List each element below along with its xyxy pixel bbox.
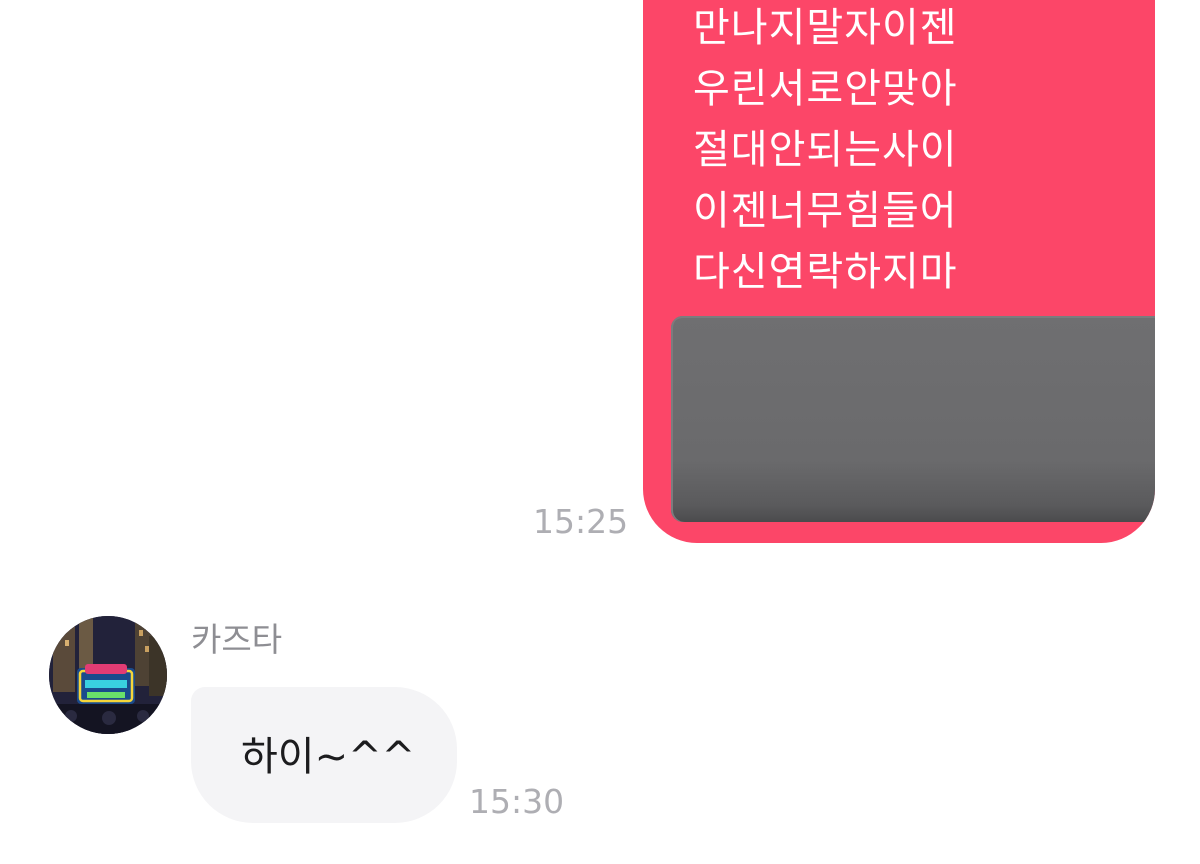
sent-message-line: 이젠너무힘들어 [693,188,958,234]
sent-message-line: 만나지말자이젠 [693,5,958,51]
sent-message-line: 절대안되는사이 [693,127,958,173]
sent-message-timestamp: 15:25 [533,502,629,541]
received-message-timestamp: 15:30 [469,782,565,821]
sent-message-bubble[interactable]: 만나지말자이젠 우린서로안맞아 절대안되는사이 이젠너무힘들어 다신연락하지마 [643,0,1155,543]
profile-photo-icon [49,616,167,734]
sent-message-line: 다신연락하지마 [693,249,958,295]
avatar[interactable] [49,616,167,734]
redaction-overlay [671,316,1155,522]
received-message-bubble[interactable]: 하이~^^ [191,687,457,823]
received-message-text: 하이~^^ [241,734,416,780]
sent-message-text: 만나지말자이젠 우린서로안맞아 절대안되는사이 이젠너무힘들어 다신연락하지마 [693,0,958,303]
sent-message-line: 우린서로안맞아 [693,66,958,112]
sender-name: 카즈타 [191,620,283,659]
